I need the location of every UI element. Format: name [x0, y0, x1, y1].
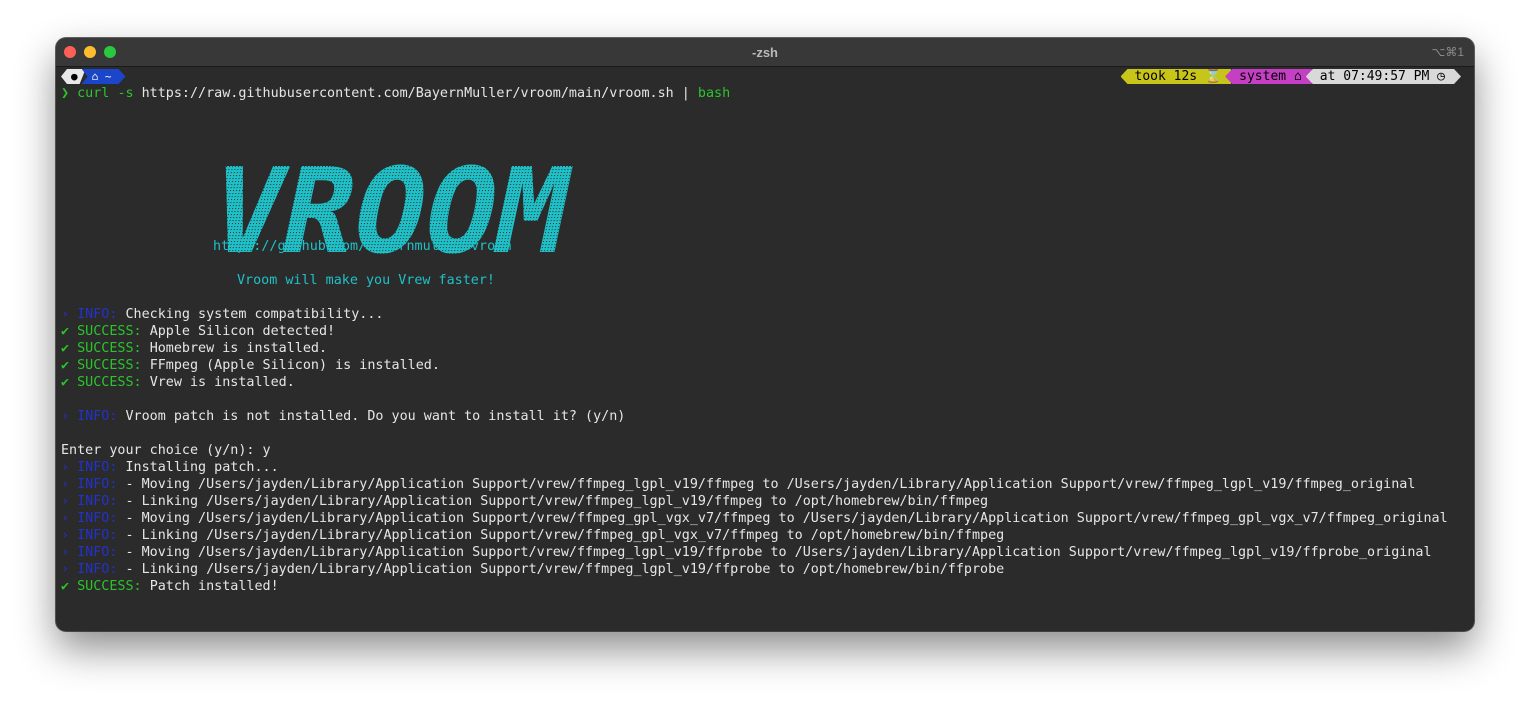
- cmd-curl: curl: [77, 86, 110, 101]
- command-line: ❯ curl -s https://raw.githubusercontent.…: [61, 85, 1469, 102]
- info-prefix: › INFO:: [61, 528, 118, 543]
- success-prefix: ✔ SUCCESS:: [61, 324, 142, 339]
- prompt-arrow: ❯: [61, 86, 70, 101]
- title-bar: -zsh ⌥⌘1: [56, 38, 1474, 67]
- log-line: ✔ SUCCESS: Vrew is installed.: [61, 375, 295, 390]
- log-line: › INFO: - Linking /Users/jayden/Library/…: [61, 494, 989, 509]
- log-line: ✔ SUCCESS: Apple Silicon detected!: [61, 324, 336, 339]
- prompt-left: ● ⌂ ~: [61, 69, 126, 84]
- log-line: › INFO: - Moving /Users/jayden/Library/A…: [61, 545, 1432, 560]
- info-prefix: › INFO:: [61, 409, 118, 424]
- took-label: took 12s: [1134, 69, 1198, 84]
- home-icon: ⌂: [91, 70, 99, 83]
- clock-icon: ◷: [1437, 69, 1445, 84]
- cmd-bash: bash: [697, 86, 731, 101]
- success-prefix: ✔ SUCCESS:: [61, 341, 142, 356]
- log-line: ✔ SUCCESS: Homebrew is installed.: [61, 341, 328, 356]
- log-line: › INFO: Checking system compatibility...: [61, 307, 384, 322]
- window-title: -zsh: [752, 45, 778, 60]
- terminal-window: -zsh ⌥⌘1 ● ⌂ ~ took 12s ⌛ system ⌂ at 07…: [56, 38, 1474, 631]
- success-prefix: ✔ SUCCESS:: [61, 375, 142, 390]
- log-line: ✔ SUCCESS: FFmpeg (Apple Silicon) is ins…: [61, 358, 440, 373]
- log-line: ✔ SUCCESS: Patch installed!: [61, 579, 279, 594]
- took-segment: took 12s ⌛: [1120, 69, 1232, 84]
- success-prefix: ✔ SUCCESS:: [61, 358, 142, 373]
- directory-segment: ⌂ ~: [82, 69, 126, 84]
- terminal-output[interactable]: ● ⌂ ~ took 12s ⌛ system ⌂ at 07:49:57 PM…: [61, 68, 1469, 631]
- info-prefix: › INFO:: [61, 477, 118, 492]
- info-prefix: › INFO:: [61, 307, 118, 322]
- hourglass-icon: ⌛: [1204, 69, 1222, 84]
- system-label: system: [1239, 69, 1287, 84]
- home-icon: ⌂: [1293, 69, 1302, 84]
- log-line: › INFO: Installing patch...: [61, 460, 279, 475]
- prompt-bar: ● ⌂ ~ took 12s ⌛ system ⌂ at 07:49:57 PM…: [61, 68, 1469, 85]
- tagline: Vroom will make you Vrew faster!: [237, 273, 495, 288]
- system-segment: system ⌂: [1225, 69, 1312, 84]
- time-label: at 07:49:57 PM: [1319, 69, 1430, 84]
- info-prefix: › INFO:: [61, 494, 118, 509]
- apple-icon: ●: [61, 69, 86, 84]
- log-line: › INFO: - Linking /Users/jayden/Library/…: [61, 528, 1005, 543]
- info-prefix: › INFO:: [61, 545, 118, 560]
- log-line: › INFO: - Moving /Users/jayden/Library/A…: [61, 511, 1448, 526]
- time-segment: at 07:49:57 PM ◷: [1306, 69, 1461, 84]
- choice-line: Enter your choice (y/n): y: [61, 443, 271, 458]
- cmd-url: https://raw.githubusercontent.com/Bayern…: [141, 86, 674, 101]
- vroom-ascii-logo: VROOM: [198, 148, 582, 270]
- success-prefix: ✔ SUCCESS:: [61, 579, 142, 594]
- info-prefix: › INFO:: [61, 460, 118, 475]
- log-line: › INFO: - Moving /Users/jayden/Library/A…: [61, 477, 1416, 492]
- info-prefix: › INFO:: [61, 511, 118, 526]
- log-line: › INFO: - Linking /Users/jayden/Library/…: [61, 562, 1005, 577]
- log-line: › INFO: Vroom patch is not installed. Do…: [61, 409, 626, 424]
- cmd-flag: -s: [117, 86, 134, 101]
- directory-label: ~: [104, 70, 112, 83]
- logo-text: VROOM: [198, 148, 582, 270]
- info-prefix: › INFO:: [61, 562, 118, 577]
- prompt-right: took 12s ⌛ system ⌂ at 07:49:57 PM ◷: [1120, 69, 1462, 84]
- window-shortcut: ⌥⌘1: [1431, 45, 1464, 59]
- cmd-pipe: |: [681, 86, 690, 101]
